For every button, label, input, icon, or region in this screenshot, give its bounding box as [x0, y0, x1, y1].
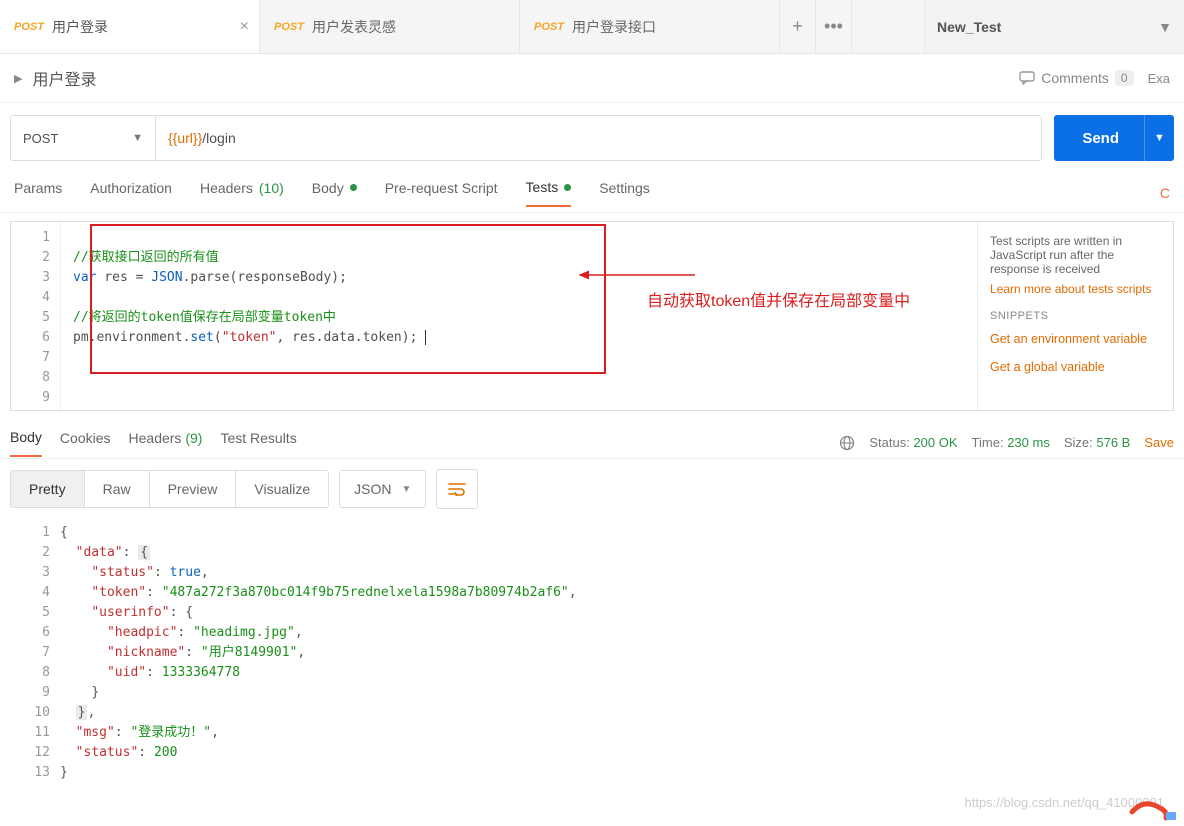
tab-headers[interactable]: Headers (10) — [200, 180, 284, 206]
modified-indicator-icon — [350, 184, 357, 191]
tab-user-login[interactable]: POST 用户登录 × — [0, 0, 260, 53]
tab-params[interactable]: Params — [14, 180, 62, 206]
line-gutter: 123456789 — [11, 222, 61, 410]
snippets-heading: SNIPPETS — [990, 310, 1161, 322]
tab-label: 用户登录 — [52, 17, 108, 37]
tab-label: 用户登录接口 — [572, 17, 656, 37]
tab-user-post[interactable]: POST 用户发表灵感 — [260, 0, 520, 53]
chevron-down-icon: ▼ — [1158, 19, 1172, 35]
http-method-badge: POST — [534, 21, 564, 33]
status-value: 200 OK — [913, 435, 957, 450]
save-response-button[interactable]: Save — [1144, 435, 1174, 450]
send-dropdown-button[interactable]: ▼ — [1144, 115, 1174, 161]
view-pretty-button[interactable]: Pretty — [11, 471, 85, 507]
size-value: 576 B — [1096, 435, 1130, 450]
modified-indicator-icon — [564, 184, 571, 191]
comments-count: 0 — [1115, 70, 1134, 86]
time-value: 230 ms — [1007, 435, 1050, 450]
response-body-viewer: 12345678910111213 { "data": { "status": … — [0, 519, 1184, 787]
resp-tab-testresults[interactable]: Test Results — [220, 430, 296, 456]
url-path: /login — [202, 130, 235, 146]
response-toolbar: Pretty Raw Preview Visualize JSON ▼ — [0, 459, 1184, 519]
snippet-get-global-var[interactable]: Get a global variable — [990, 360, 1161, 374]
http-method-badge: POST — [14, 21, 44, 33]
method-value: POST — [23, 131, 58, 146]
wrap-lines-button[interactable] — [436, 469, 478, 509]
response-tabs: Body Cookies Headers (9) Test Results St… — [0, 417, 1184, 459]
url-input[interactable]: {{url}}/login — [155, 115, 1042, 161]
breadcrumb-row: ▶ 用户登录 Comments 0 Exa — [0, 54, 1184, 103]
tab-label: 用户发表灵感 — [312, 17, 396, 37]
tests-editor: 123456789 //获取接口返回的所有值 var res = JSON.pa… — [10, 221, 1174, 411]
status-label: Status: — [869, 435, 909, 450]
tab-prerequest[interactable]: Pre-request Script — [385, 180, 498, 206]
close-icon[interactable]: × — [240, 18, 249, 36]
cookies-link[interactable]: C — [1160, 185, 1170, 201]
snippets-description: Test scripts are written in JavaScript r… — [990, 234, 1161, 276]
comments-label: Comments — [1041, 70, 1109, 86]
time-label: Time: — [972, 435, 1004, 450]
tab-actions: + ••• — [780, 0, 852, 53]
chevron-down-icon: ▼ — [132, 132, 143, 144]
resp-tab-body[interactable]: Body — [10, 429, 42, 457]
format-selector[interactable]: JSON ▼ — [339, 470, 426, 508]
annotation-text: 自动获取token值并保存在局部变量中 — [647, 292, 910, 312]
code-area[interactable]: //获取接口返回的所有值 var res = JSON.parse(respon… — [61, 222, 977, 410]
globe-icon[interactable] — [839, 435, 855, 451]
examples-link[interactable]: Exa — [1148, 71, 1170, 86]
resp-tab-cookies[interactable]: Cookies — [60, 430, 111, 456]
more-tabs-button[interactable]: ••• — [816, 0, 852, 53]
http-method-badge: POST — [274, 21, 304, 33]
chevron-down-icon: ▼ — [402, 484, 412, 495]
chevron-right-icon[interactable]: ▶ — [14, 72, 22, 85]
request-bar: POST ▼ {{url}}/login Send ▼ — [0, 103, 1184, 173]
environment-name: New_Test — [937, 19, 1001, 35]
add-tab-button[interactable]: + — [780, 0, 816, 53]
tab-settings[interactable]: Settings — [599, 180, 650, 206]
environment-selector[interactable]: New_Test ▼ — [924, 0, 1184, 53]
page-title: 用户登录 — [32, 66, 96, 90]
url-variable: {{url}} — [168, 130, 202, 146]
view-raw-button[interactable]: Raw — [85, 471, 150, 507]
tab-user-login-api[interactable]: POST 用户登录接口 — [520, 0, 780, 53]
request-tabs: POST 用户登录 × POST 用户发表灵感 POST 用户登录接口 + ••… — [0, 0, 1184, 54]
comments-button[interactable]: Comments 0 — [1019, 70, 1133, 86]
tab-authorization[interactable]: Authorization — [90, 180, 172, 206]
resp-headers-count: (9) — [185, 430, 202, 446]
comment-icon — [1019, 71, 1035, 85]
resp-tab-headers[interactable]: Headers (9) — [129, 430, 203, 456]
floating-widget-icon[interactable] — [1126, 794, 1176, 824]
send-button[interactable]: Send — [1054, 115, 1147, 161]
request-subtabs: Params Authorization Headers (10) Body P… — [0, 173, 1184, 213]
response-code[interactable]: { "data": { "status": true, "token": "48… — [60, 519, 1174, 787]
learn-more-link[interactable]: Learn more about tests scripts — [990, 282, 1161, 296]
view-mode-segment: Pretty Raw Preview Visualize — [10, 470, 329, 508]
tab-body[interactable]: Body — [312, 180, 357, 206]
view-preview-button[interactable]: Preview — [150, 471, 237, 507]
size-label: Size: — [1064, 435, 1093, 450]
snippet-get-env-var[interactable]: Get an environment variable — [990, 332, 1161, 346]
response-gutter: 12345678910111213 — [10, 519, 60, 787]
view-visualize-button[interactable]: Visualize — [236, 471, 328, 507]
headers-count: (10) — [259, 180, 284, 196]
method-selector[interactable]: POST ▼ — [10, 115, 155, 161]
snippets-panel: Test scripts are written in JavaScript r… — [977, 222, 1173, 410]
tab-tests[interactable]: Tests — [526, 179, 572, 207]
format-value: JSON — [354, 481, 391, 497]
